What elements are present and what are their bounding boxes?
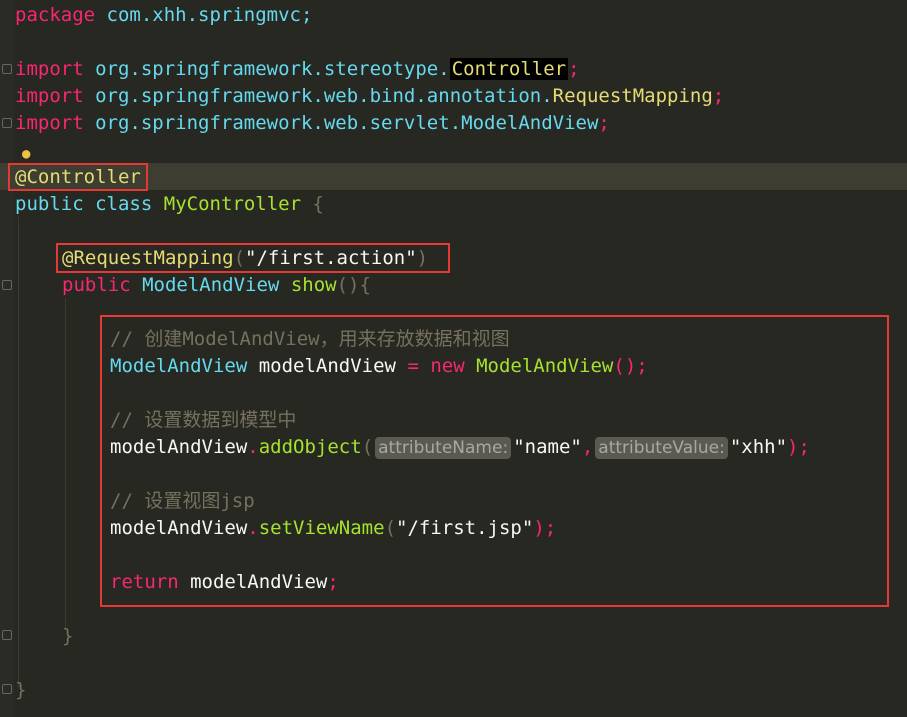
import-path: org.springframework.stereotype. <box>83 58 450 80</box>
import-class: RequestMapping <box>552 85 713 107</box>
code-line-import-2[interactable]: import org.springframework.web.bind.anno… <box>15 83 724 110</box>
fold-marker-icon[interactable] <box>2 64 12 74</box>
brace: { <box>301 193 324 215</box>
import-class: Controller <box>449 58 569 80</box>
brace: } <box>62 625 74 647</box>
semicolon: ; <box>568 58 580 80</box>
import-path: org.springframework.web.bind.annotation. <box>83 85 553 107</box>
keyword: import <box>15 112 84 134</box>
code-line-class-decl[interactable]: public class MyController { <box>15 191 324 218</box>
return-type: ModelAndView <box>142 274 280 296</box>
import-path: org.springframework.web.servlet. <box>83 112 462 134</box>
keyword: public <box>62 274 131 296</box>
parens: (){ <box>336 274 371 296</box>
lightbulb-icon[interactable]: ● <box>22 146 30 162</box>
keyword: import <box>15 58 84 80</box>
highlight-box-controller <box>8 163 148 191</box>
brace: } <box>15 679 27 701</box>
fold-marker-icon[interactable] <box>2 280 12 290</box>
fold-marker-icon[interactable] <box>2 630 12 640</box>
highlight-box-request-mapping <box>56 243 450 273</box>
indent-guide <box>65 298 66 628</box>
code-line-import-3[interactable]: import org.springframework.web.servlet.M… <box>15 110 610 137</box>
keyword: package <box>15 4 96 26</box>
keyword: import <box>15 85 84 107</box>
code-line-method-decl[interactable]: public ModelAndView show(){ <box>62 272 371 299</box>
class-name: MyController <box>163 193 302 215</box>
keyword: public <box>15 193 84 215</box>
semicolon: ; <box>712 85 725 107</box>
fold-marker-icon[interactable] <box>2 684 12 694</box>
package-name: com.xhh.springmvc; <box>95 4 313 26</box>
indent-guide <box>18 217 19 687</box>
method-name: show <box>290 274 337 296</box>
semicolon: ; <box>598 112 610 134</box>
code-line-import-1[interactable]: import org.springframework.stereotype. Co… <box>15 56 580 83</box>
import-class: ModelAndView <box>461 112 599 134</box>
code-line-close-method[interactable]: } <box>62 623 73 650</box>
fold-marker-icon[interactable] <box>2 118 12 128</box>
editor-gutter <box>0 0 14 717</box>
keyword: class <box>95 193 153 215</box>
code-line-close-class[interactable]: } <box>15 677 26 704</box>
highlight-box-method-body <box>100 315 889 607</box>
code-line-package[interactable]: package com.xhh.springmvc; <box>15 2 312 29</box>
